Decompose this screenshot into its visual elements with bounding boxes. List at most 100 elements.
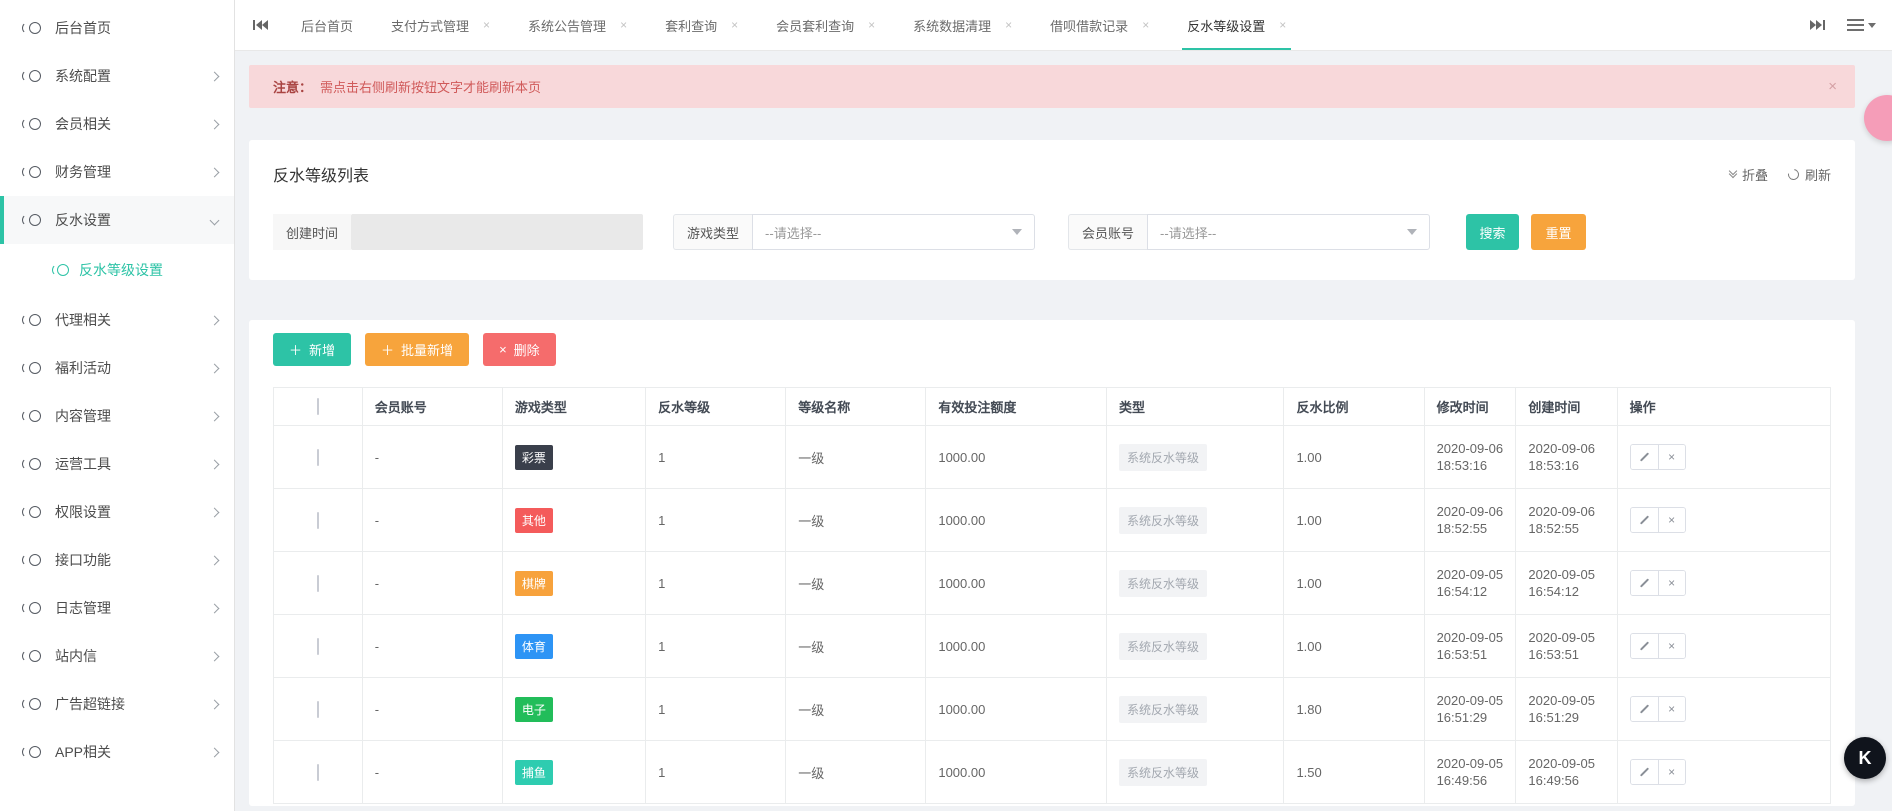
type-badge: 系统反水等级: [1119, 507, 1207, 534]
row-checkbox[interactable]: [317, 764, 319, 781]
search-button[interactable]: 搜索: [1466, 214, 1519, 250]
pencil-icon: [1640, 704, 1649, 713]
circle-menu-icon: [22, 117, 41, 132]
add-button[interactable]: ＋ 新增: [273, 333, 351, 366]
game-type-badge: 棋牌: [515, 571, 553, 596]
table-row: - 捕鱼 1 一级 1000.00 系统反水等级 1.50 2020-09-05…: [274, 741, 1831, 804]
circle-menu-icon: [22, 313, 41, 328]
edit-button[interactable]: [1631, 508, 1658, 532]
delete-label: 删除: [514, 340, 540, 359]
reset-button[interactable]: 重置: [1531, 214, 1586, 250]
sidebar-item-member[interactable]: 会员相关: [0, 100, 234, 148]
modified-cell: 2020-09-06 18:53:16: [1424, 426, 1516, 489]
floating-logo-button[interactable]: K: [1844, 737, 1886, 779]
delete-button[interactable]: × 删除: [483, 333, 556, 366]
tab-data-cleanup[interactable]: 系统数据清理 ×: [894, 0, 1031, 50]
sidebar-subitem-rebate-level-settings[interactable]: 反水等级设置: [0, 244, 234, 296]
sidebar-item-ad-links[interactable]: 广告超链接: [0, 680, 234, 728]
member-cell: -: [362, 426, 502, 489]
scroll-tabs-end-icon[interactable]: [1810, 19, 1825, 31]
created-time-input[interactable]: [351, 214, 643, 250]
sidebar-item-site-messages[interactable]: 站内信: [0, 632, 234, 680]
row-actions: ×: [1630, 759, 1686, 785]
edit-button[interactable]: [1631, 697, 1658, 721]
delete-row-button[interactable]: ×: [1658, 634, 1685, 658]
refresh-button[interactable]: 刷新: [1788, 165, 1831, 184]
chevron-right-icon: [210, 71, 220, 81]
plus-icon: ＋: [381, 340, 394, 359]
created-cell: 2020-09-05 16:54:12: [1516, 552, 1617, 615]
col-header-type: 类型: [1106, 388, 1283, 426]
close-tab-icon[interactable]: ×: [620, 18, 627, 32]
sidebar-item-api[interactable]: 接口功能: [0, 536, 234, 584]
type-badge: 系统反水等级: [1119, 444, 1207, 471]
close-tab-icon[interactable]: ×: [868, 18, 875, 32]
edit-button[interactable]: [1631, 634, 1658, 658]
notice-alert: 注意： 需点击右侧刷新按钮文字才能刷新本页 ×: [249, 65, 1855, 108]
sidebar-item-agent[interactable]: 代理相关: [0, 296, 234, 344]
row-checkbox[interactable]: [317, 512, 319, 529]
close-tab-icon[interactable]: ×: [483, 18, 490, 32]
delete-row-button[interactable]: ×: [1658, 508, 1685, 532]
member-account-filter: 会员账号 --请选择--: [1068, 214, 1430, 250]
game-type-select[interactable]: --请选择--: [752, 214, 1035, 250]
batch-add-button[interactable]: ＋ 批量新增: [365, 333, 469, 366]
sidebar-item-label: 内容管理: [55, 406, 211, 426]
sidebar-item-label: 广告超链接: [55, 694, 211, 714]
table-toolbar: ＋ 新增 ＋ 批量新增 × 删除: [273, 333, 1831, 366]
floating-pink-button[interactable]: [1864, 95, 1892, 141]
col-header-modified: 修改时间: [1424, 388, 1516, 426]
delete-row-button[interactable]: ×: [1658, 697, 1685, 721]
sidebar-item-permissions[interactable]: 权限设置: [0, 488, 234, 536]
chevron-right-icon: [210, 167, 220, 177]
content-area: 注意： 需点击右侧刷新按钮文字才能刷新本页 × 反水等级列表 折叠 刷: [235, 51, 1892, 811]
row-checkbox[interactable]: [317, 575, 319, 592]
close-tab-icon[interactable]: ×: [731, 18, 738, 32]
select-all-checkbox[interactable]: [317, 398, 319, 415]
sidebar-item-app[interactable]: APP相关: [0, 728, 234, 776]
chevron-right-icon: [210, 507, 220, 517]
sidebar-item-finance[interactable]: 财务管理: [0, 148, 234, 196]
delete-row-button[interactable]: ×: [1658, 571, 1685, 595]
tab-home[interactable]: 后台首页: [282, 0, 372, 50]
game-type-selected-value: --请选择--: [765, 223, 821, 242]
tab-label: 借呗借款记录: [1050, 16, 1128, 35]
close-alert-icon[interactable]: ×: [1828, 78, 1837, 95]
sidebar-item-rebate-settings[interactable]: 反水设置: [0, 196, 234, 244]
delete-row-button[interactable]: ×: [1658, 445, 1685, 469]
sidebar-item-operation-tools[interactable]: 运营工具: [0, 440, 234, 488]
sidebar-item-label: APP相关: [55, 742, 211, 762]
tab-payment-methods[interactable]: 支付方式管理 ×: [372, 0, 509, 50]
game-type-label: 游戏类型: [673, 214, 752, 250]
ratio-cell: 1.00: [1284, 426, 1424, 489]
sidebar-item-label: 运营工具: [55, 454, 211, 474]
close-tab-icon[interactable]: ×: [1142, 18, 1149, 32]
collapse-button[interactable]: 折叠: [1730, 165, 1768, 184]
delete-row-button[interactable]: ×: [1658, 760, 1685, 784]
tab-loan-records[interactable]: 借呗借款记录 ×: [1031, 0, 1168, 50]
add-label: 新增: [309, 340, 335, 359]
tab-menu-icon[interactable]: [1847, 19, 1864, 31]
edit-button[interactable]: [1631, 571, 1658, 595]
member-account-select[interactable]: --请选择--: [1147, 214, 1430, 250]
tab-member-arbitrage-query[interactable]: 会员套利查询 ×: [757, 0, 894, 50]
sidebar-item-logs[interactable]: 日志管理: [0, 584, 234, 632]
close-tab-icon[interactable]: ×: [1005, 18, 1012, 32]
row-checkbox[interactable]: [317, 449, 319, 466]
circle-menu-icon: [22, 165, 41, 180]
row-checkbox[interactable]: [317, 701, 319, 718]
page-title: 反水等级列表: [273, 162, 1730, 186]
ratio-cell: 1.50: [1284, 741, 1424, 804]
scroll-tabs-start-icon[interactable]: [253, 19, 268, 31]
row-checkbox[interactable]: [317, 638, 319, 655]
edit-button[interactable]: [1631, 445, 1658, 469]
sidebar-item-content[interactable]: 内容管理: [0, 392, 234, 440]
sidebar-item-system-config[interactable]: 系统配置: [0, 52, 234, 100]
tab-system-announcements[interactable]: 系统公告管理 ×: [509, 0, 646, 50]
sidebar-item-welfare[interactable]: 福利活动: [0, 344, 234, 392]
sidebar-item-home[interactable]: 后台首页: [0, 4, 234, 52]
edit-button[interactable]: [1631, 760, 1658, 784]
tab-arbitrage-query[interactable]: 套利查询 ×: [646, 0, 757, 50]
tab-rebate-level-settings[interactable]: 反水等级设置 ×: [1168, 0, 1305, 50]
close-tab-icon[interactable]: ×: [1279, 18, 1286, 32]
